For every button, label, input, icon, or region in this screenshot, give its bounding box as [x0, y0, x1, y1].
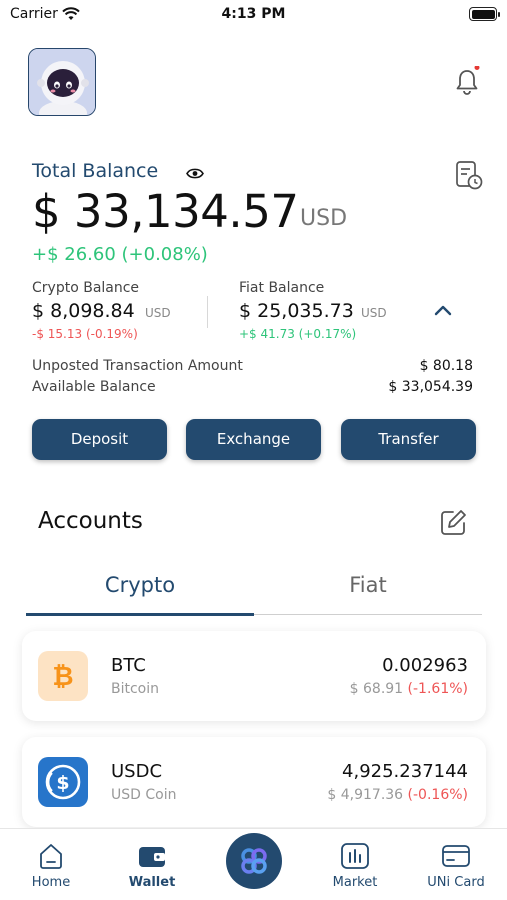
tabbar-home[interactable]: Home: [6, 829, 96, 900]
svg-text:$: $: [56, 772, 69, 794]
eye-icon[interactable]: [186, 165, 204, 184]
status-bar: Carrier 4:13 PM: [0, 0, 507, 30]
unposted-transaction-value: $ 80.18: [419, 358, 473, 374]
notification-dot: [474, 65, 480, 70]
accounts-title: Accounts: [38, 508, 143, 534]
fiat-balance-change: +$ 41.73 (+0.17%): [239, 327, 357, 341]
total-balance-label: Total Balance: [32, 160, 159, 182]
deposit-button[interactable]: Deposit: [32, 419, 167, 460]
chevron-up-icon[interactable]: [433, 302, 453, 321]
tabbar-market[interactable]: Market: [310, 829, 400, 900]
tabbar-center-action[interactable]: [226, 833, 282, 889]
coin-quantity: 4,925.237144: [342, 761, 468, 782]
tabbar-label: Market: [332, 875, 378, 890]
svg-text:₿: ₿: [52, 662, 73, 692]
avatar[interactable]: [28, 48, 96, 116]
clock: 4:13 PM: [221, 6, 286, 22]
account-card-usdc[interactable]: $ USDC USD Coin 4,925.237144 $ 4,917.36 …: [22, 737, 486, 827]
coin-fiat-value: $ 68.91 (-1.61%): [349, 681, 468, 697]
home-icon: [36, 841, 66, 871]
crypto-balance-change: -$ 15.13 (-0.19%): [32, 327, 138, 341]
coin-name: USD Coin: [111, 787, 177, 803]
usdc-icon: $: [38, 757, 88, 807]
crypto-balance-amount: $ 8,098.84: [32, 300, 135, 322]
notification-bell-icon[interactable]: [452, 65, 482, 96]
crypto-balance-label: Crypto Balance: [32, 280, 140, 296]
exchange-button[interactable]: Exchange: [186, 419, 321, 460]
card-icon: [441, 841, 471, 871]
tabbar-wallet[interactable]: Wallet: [107, 829, 197, 900]
bitcoin-icon: ₿: [38, 651, 88, 701]
total-balance-change: +$ 26.60 (+0.08%): [32, 244, 208, 265]
fiat-balance-amount: $ 25,035.73: [239, 300, 354, 322]
coin-symbol: USDC: [111, 761, 163, 782]
coin-symbol: BTC: [111, 655, 146, 676]
unposted-transaction-label: Unposted Transaction Amount: [32, 358, 243, 374]
bottom-tab-bar: Home Wallet Market UNi Card: [0, 828, 507, 900]
wallet-icon: [137, 841, 167, 871]
coin-name: Bitcoin: [111, 681, 160, 697]
total-balance-amount: $ 33,134.57: [32, 185, 299, 238]
crypto-balance-currency: USD: [145, 306, 171, 320]
fiat-balance-label: Fiat Balance: [239, 280, 325, 296]
fiat-balance-currency: USD: [361, 306, 387, 320]
total-balance-currency: USD: [300, 206, 348, 231]
active-tab-indicator: [26, 613, 254, 616]
transfer-button[interactable]: Transfer: [341, 419, 476, 460]
available-balance-label: Available Balance: [32, 379, 156, 395]
edit-icon[interactable]: [440, 508, 468, 540]
tabbar-label: UNi Card: [427, 875, 485, 890]
market-chart-icon: [340, 841, 370, 871]
battery-icon: [469, 7, 500, 21]
tabbar-label: Wallet: [128, 875, 176, 890]
tabbar-label: Home: [31, 875, 71, 890]
uni-logo-icon: [241, 848, 267, 874]
tab-fiat[interactable]: Fiat: [254, 573, 482, 597]
tab-crypto[interactable]: Crypto: [26, 573, 254, 597]
coin-change: (-1.61%): [407, 681, 468, 697]
coin-fiat-value: $ 4,917.36 (-0.16%): [327, 787, 468, 803]
statement-history-icon[interactable]: [455, 160, 483, 194]
balance-divider: [207, 296, 208, 328]
available-balance-value: $ 33,054.39: [388, 379, 473, 395]
coin-change: (-0.16%): [407, 787, 468, 803]
astronaut-avatar-icon: [29, 49, 95, 115]
tabbar-uni-card[interactable]: UNi Card: [411, 829, 501, 900]
coin-quantity: 0.002963: [382, 655, 468, 676]
account-card-btc[interactable]: ₿ BTC Bitcoin 0.002963 $ 68.91 (-1.61%): [22, 631, 486, 721]
